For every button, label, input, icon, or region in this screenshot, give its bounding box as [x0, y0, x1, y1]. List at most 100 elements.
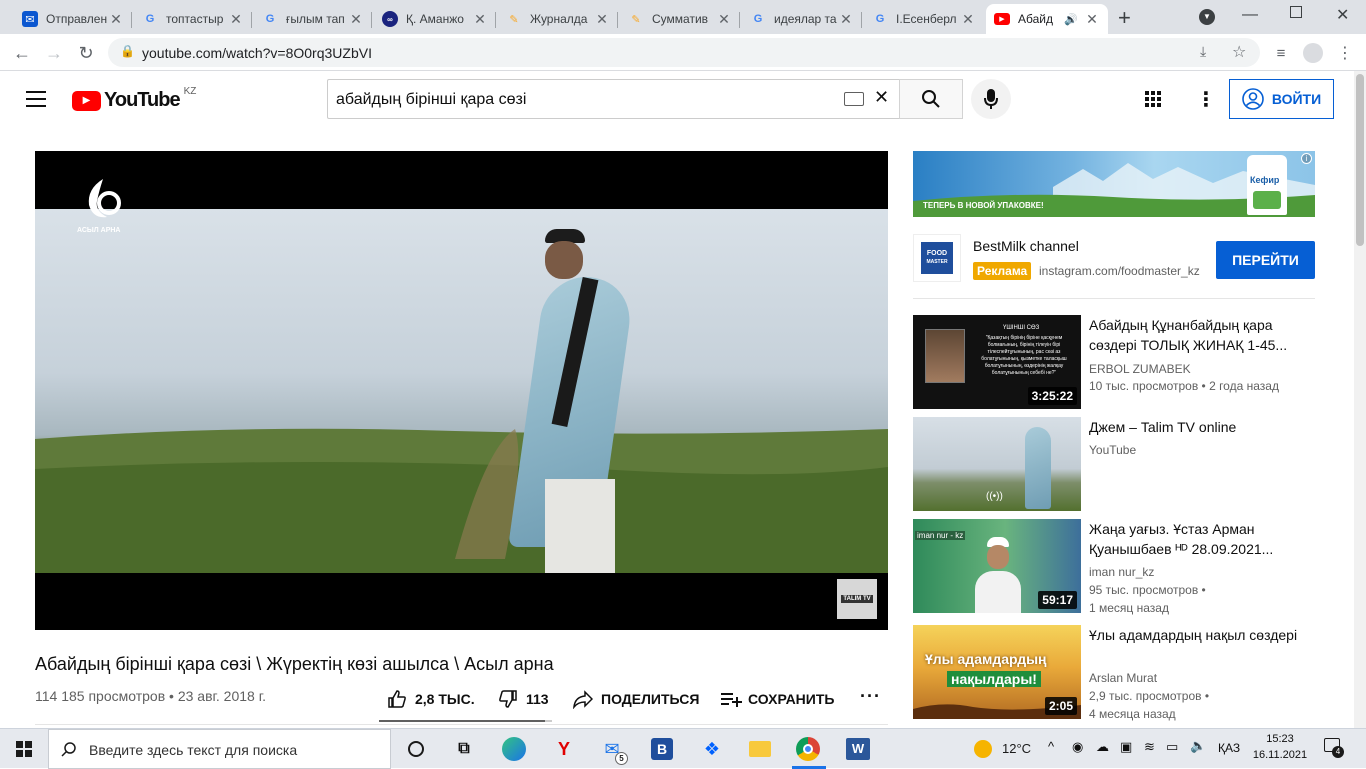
weather-sun-icon[interactable] — [974, 740, 992, 758]
channel-watermark-text: АСЫЛ АРНА — [77, 227, 121, 234]
save-button[interactable]: СОХРАНИТЬ — [720, 688, 834, 710]
browser-tab[interactable]: G ғылым тап ✕ — [254, 4, 372, 34]
recommended-video[interactable]: ҮШІНШІ СӨЗ "Қазақтың бірінің біріне қасқ… — [913, 315, 1315, 409]
forward-button[interactable]: → — [41, 40, 67, 66]
youtube-logo[interactable]: ▶ YouTube KZ — [72, 86, 196, 112]
browser-tab[interactable]: ✎ Журналда ✕ — [498, 4, 618, 34]
video-thumbnail[interactable]: iman nur - kz 59:17 — [913, 519, 1081, 613]
restore-button[interactable] — [1290, 6, 1302, 18]
search-icon — [922, 90, 940, 108]
signin-button[interactable]: ВОЙТИ — [1229, 79, 1334, 119]
mail-icon[interactable]: ✉ 5 — [598, 735, 628, 765]
keyboard-icon[interactable] — [844, 92, 864, 106]
windows-start-icon[interactable] — [16, 741, 32, 757]
meet-tray-icon[interactable]: ▣ — [1120, 739, 1132, 755]
clock-time[interactable]: 15:23 — [1256, 733, 1304, 745]
microphone-icon — [984, 89, 998, 109]
recommended-video[interactable]: ((•)) Джем – Talim TV online YouTube — [913, 417, 1315, 511]
input-language[interactable]: ҚАЗ — [1218, 741, 1240, 755]
browser-tab[interactable]: G идеялар та ✕ — [742, 4, 862, 34]
install-icon[interactable]: ⤓ — [1200, 43, 1206, 60]
camera-tray-icon[interactable]: ◉ — [1072, 739, 1083, 755]
browser-toolbar: ← → ↻ 🔒 youtube.com/watch?v=8O0rq3UZbVI … — [0, 34, 1366, 71]
page-scrollbar-thumb[interactable] — [1356, 74, 1364, 246]
close-tab-icon[interactable]: ✕ — [594, 11, 610, 28]
profile-icon[interactable] — [1300, 40, 1326, 66]
ad-banner[interactable]: ТЕПЕРЬ В НОВОЙ УПАКОВКЕ! Кефир i — [913, 151, 1315, 217]
voice-search-button[interactable] — [971, 79, 1011, 119]
mail-icon: ✉ — [22, 11, 38, 27]
url-text[interactable]: youtube.com/watch?v=8O0rq3UZbVI — [142, 45, 372, 61]
back-button[interactable]: ← — [9, 40, 35, 66]
close-tab-icon[interactable]: ✕ — [838, 11, 854, 28]
new-tab-button[interactable]: + — [1118, 5, 1131, 31]
live-stream-icon: ((•)) — [986, 491, 1003, 502]
browser-tab-active[interactable]: ▶ Абайд 🔊 ✕ — [986, 4, 1108, 34]
minimize-button[interactable]: — — [1242, 6, 1258, 24]
video-thumbnail[interactable]: Ұлы адамдардың нақылдары! 2:05 — [913, 625, 1081, 719]
divider — [35, 724, 888, 725]
lock-icon[interactable]: 🔒 — [120, 44, 135, 58]
wifi-icon[interactable]: ≋ — [1144, 739, 1155, 755]
close-tab-icon[interactable]: ✕ — [716, 11, 732, 28]
clear-search-icon[interactable]: ✕ — [874, 87, 889, 108]
close-window-button[interactable]: ✕ — [1336, 5, 1349, 25]
video-thumbnail[interactable]: ((•)) — [913, 417, 1081, 511]
tab-search-icon[interactable]: ▼ — [1199, 9, 1215, 25]
notification-center-icon[interactable]: 4 — [1324, 738, 1344, 758]
more-actions-icon[interactable]: ··· — [860, 686, 881, 707]
reading-list-icon[interactable]: ≡ — [1268, 40, 1294, 66]
weather-temperature[interactable]: 12°C — [1002, 741, 1031, 756]
b-app-icon[interactable]: В — [648, 735, 676, 763]
file-explorer-icon[interactable] — [746, 735, 774, 763]
address-bar[interactable]: 🔒 youtube.com/watch?v=8O0rq3UZbVI ⤓ ☆ — [108, 38, 1260, 67]
cloud-tray-icon[interactable]: ☁ — [1096, 739, 1109, 755]
close-tab-icon[interactable]: ✕ — [960, 11, 976, 28]
browser-tab[interactable]: G І.Есенберл ✕ — [864, 4, 984, 34]
apps-grid-icon[interactable] — [1145, 91, 1161, 107]
dropbox-icon[interactable]: ❖ — [698, 735, 726, 763]
browser-tab[interactable]: G топтастыр ✕ — [134, 4, 252, 34]
close-tab-icon[interactable]: ✕ — [472, 11, 488, 28]
ad-info-icon[interactable]: i — [1301, 153, 1312, 164]
recommended-video[interactable]: Ұлы адамдардың нақылдары! 2:05 Ұлы адамд… — [913, 625, 1315, 721]
taskbar-search-box[interactable]: Введите здесь текст для поиска — [48, 729, 391, 769]
yandex-icon[interactable]: Y — [550, 735, 578, 763]
clock-date[interactable]: 16.11.2021 — [1252, 749, 1308, 761]
video-player[interactable]: АСЫЛ АРНА TALIM TV — [35, 151, 888, 630]
dislike-button[interactable]: 113 — [498, 688, 549, 710]
speaker-icon[interactable]: 🔊 — [1064, 13, 1078, 26]
reload-button[interactable]: ↻ — [73, 40, 99, 66]
search-button[interactable] — [899, 79, 963, 119]
like-button[interactable]: 2,8 ТЫС. — [387, 688, 475, 710]
chrome-icon[interactable] — [794, 735, 822, 763]
volume-icon[interactable]: 🔈 — [1190, 738, 1206, 754]
browser-tab[interactable]: ✉ Отправлен ✕ — [14, 4, 132, 34]
recommended-video[interactable]: iman nur - kz 59:17 Жаңа уағыз. Ұстаз Ар… — [913, 519, 1315, 615]
task-view-icon[interactable]: ⧉ — [450, 735, 478, 763]
settings-menu-icon[interactable]: ⋮ — [1196, 87, 1216, 112]
talim-tv-logo: TALIM TV — [837, 579, 877, 619]
search-icon — [61, 742, 76, 757]
word-icon[interactable]: W — [844, 735, 872, 763]
close-tab-icon[interactable]: ✕ — [348, 11, 364, 28]
tray-expand-icon[interactable]: ^ — [1048, 739, 1054, 754]
close-tab-icon[interactable]: ✕ — [1084, 11, 1100, 28]
browser-tab[interactable]: ∞ Қ. Аманжо ✕ — [374, 4, 496, 34]
browser-menu-icon[interactable]: ⋮ — [1332, 40, 1358, 66]
ad-link[interactable]: instagram.com/foodmaster_kz — [1039, 264, 1200, 278]
close-tab-icon[interactable]: ✕ — [108, 11, 124, 28]
ad-cta-button[interactable]: ПЕРЕЙТИ — [1216, 241, 1315, 279]
cortana-icon[interactable] — [402, 735, 430, 763]
browser-tab[interactable]: ✎ Сумматив ✕ — [620, 4, 740, 34]
battery-icon[interactable]: ▭ — [1166, 739, 1178, 755]
bookmark-star-icon[interactable]: ☆ — [1232, 42, 1246, 62]
close-tab-icon[interactable]: ✕ — [228, 11, 244, 28]
site-icon: ✎ — [631, 13, 641, 26]
video-thumbnail[interactable]: ҮШІНШІ СӨЗ "Қазақтың бірінің біріне қасқ… — [913, 315, 1081, 409]
edge-icon[interactable] — [500, 735, 528, 763]
search-input[interactable]: абайдың бірінші қара сөзі ✕ — [327, 79, 900, 119]
thumbs-up-icon — [388, 690, 406, 708]
hamburger-menu-icon[interactable] — [26, 91, 46, 107]
share-button[interactable]: ПОДЕЛИТЬСЯ — [573, 688, 699, 710]
